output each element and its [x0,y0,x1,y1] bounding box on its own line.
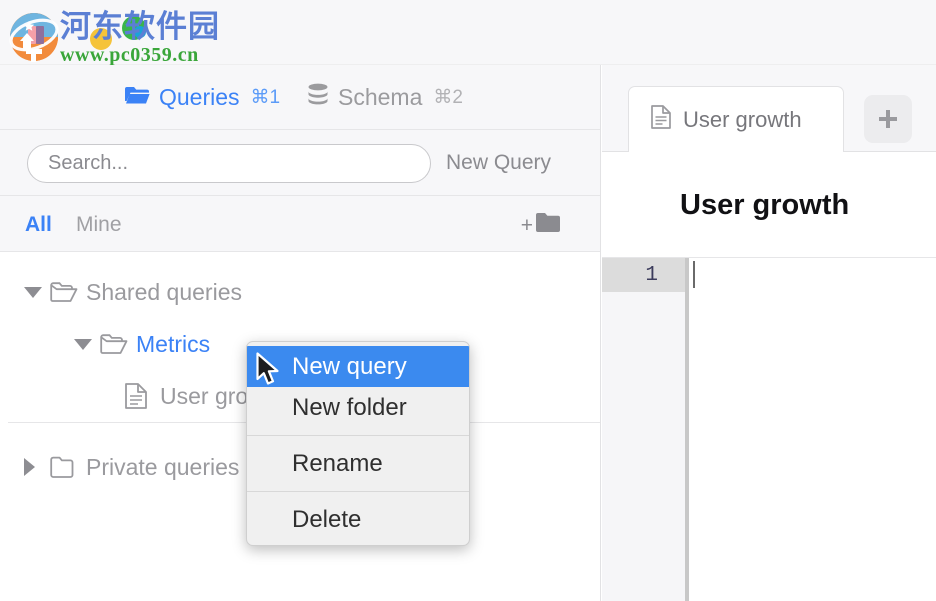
document-icon [650,104,672,136]
document-tab-label: User growth [683,106,802,132]
document-tab-bar: User growth [602,65,936,152]
search-row: New Query [0,130,600,196]
folder-icon [535,212,561,238]
tab-queries-label: Queries [159,84,240,110]
plus-icon [879,110,897,128]
filter-row: All Mine + [0,196,600,252]
text-caret [693,261,695,288]
context-menu-item-rename[interactable]: Rename [247,443,469,484]
tab-queries-shortcut: ⌘1 [250,87,281,108]
new-query-button[interactable]: New Query [446,151,551,175]
watermark-banner: 河东软件园 www.pc0359.cn [0,0,936,66]
open-folder-icon [124,84,150,111]
context-menu-separator [247,491,469,492]
tree-row-label: Shared queries [86,278,242,305]
context-menu-item-new-folder[interactable]: New folder [247,387,469,428]
watermark-title: 河东软件园 [60,9,220,45]
tree-row-label: Metrics [136,330,211,357]
context-menu-item-delete[interactable]: Delete [247,499,469,540]
line-number-gutter: 1 [602,258,685,601]
chevron-down-icon[interactable] [74,338,100,350]
mode-tab-bar: Queries ⌘1 Schema ⌘2 [0,65,600,130]
site-logo-icon [6,11,62,63]
watermark-url: www.pc0359.cn [60,44,199,66]
chevron-down-icon[interactable] [24,286,50,298]
tab-schema-label: Schema [338,84,423,110]
folder-closed-icon [50,456,84,479]
context-menu: New query New folder Rename Delete [246,341,470,546]
tab-schema-shortcut: ⌘2 [433,87,463,108]
editor-text-area[interactable] [685,258,936,601]
line-number: 1 [602,258,685,292]
tab-queries[interactable]: Queries ⌘1 [124,65,280,130]
app-window: 河东软件园 www.pc0359.cn Queries ⌘1 Schema ⌘2… [0,0,936,601]
watermark-text-group: 河东软件园 www.pc0359.cn [60,10,220,66]
plus-icon: + [520,213,533,237]
tab-schema[interactable]: Schema ⌘2 [307,65,463,130]
folder-open-icon [50,281,84,303]
filter-all[interactable]: All [25,213,52,237]
new-folder-button[interactable]: + [521,212,561,238]
filter-mine[interactable]: Mine [76,213,122,237]
editor-panel: User growth User growth 1 [602,65,936,601]
document-title: User growth [602,153,936,257]
context-menu-item-new-query[interactable]: New query [247,346,469,387]
context-menu-separator [247,435,469,436]
tree-row-shared-queries[interactable]: Shared queries [0,266,600,318]
chevron-right-icon[interactable] [24,458,50,476]
document-icon [124,382,158,410]
database-icon [307,83,329,113]
document-tab-user-growth[interactable]: User growth [628,86,844,152]
sql-editor[interactable]: 1 [602,257,936,601]
search-box[interactable] [27,144,431,183]
add-tab-button[interactable] [864,95,912,143]
folder-open-icon [100,333,134,355]
search-input[interactable] [48,152,410,175]
tree-row-label: Private queries [86,453,240,480]
